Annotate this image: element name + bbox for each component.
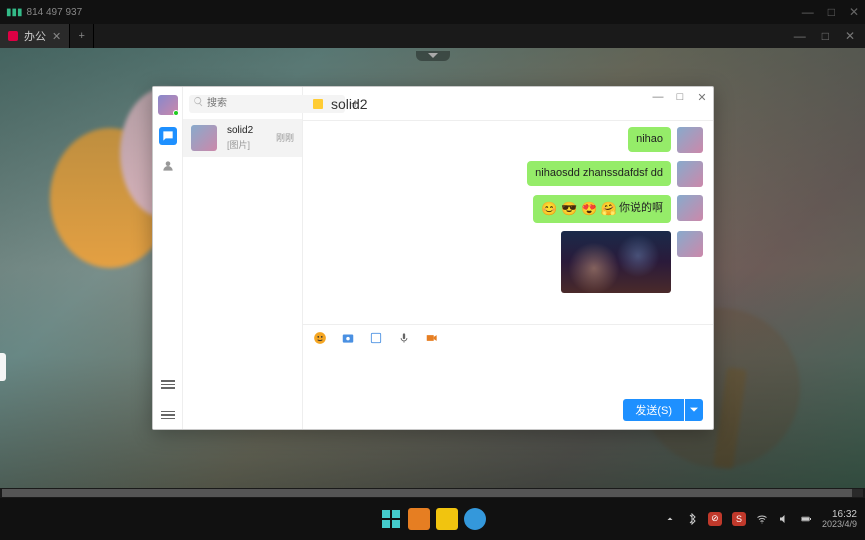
message-bubble: nihaosdd zhanssdafdsf dd bbox=[527, 161, 671, 186]
tab-favicon bbox=[8, 31, 18, 41]
search-icon bbox=[193, 96, 204, 107]
message-row: nihaosdd zhanssdafdsf dd bbox=[313, 161, 703, 187]
message-avatar bbox=[677, 195, 703, 221]
desktop-wallpaper: + solid2 [图片] 刚刚 solid2 — □ ✕ bbox=[0, 48, 865, 488]
app-maximize-icon[interactable]: □ bbox=[673, 91, 687, 104]
message-avatar bbox=[677, 231, 703, 257]
system-min-icon[interactable]: — bbox=[802, 5, 814, 19]
clock-time: 16:32 bbox=[822, 509, 857, 520]
horizontal-scrollbar[interactable] bbox=[0, 488, 865, 498]
folder-icon bbox=[313, 99, 323, 109]
user-avatar[interactable] bbox=[158, 95, 178, 115]
nav-chat-icon[interactable] bbox=[159, 127, 177, 145]
taskbar: ⊘ S 16:32 2023/4/9 bbox=[0, 498, 865, 540]
conversation-list: + solid2 [图片] 刚刚 bbox=[183, 87, 303, 429]
emoji-icon[interactable] bbox=[313, 331, 327, 345]
screenshot-icon[interactable] bbox=[341, 331, 355, 345]
tray-input-icon[interactable]: S bbox=[732, 512, 746, 526]
battery-icon[interactable] bbox=[800, 513, 812, 525]
nav-menu-icon[interactable] bbox=[161, 380, 175, 389]
message-input[interactable] bbox=[303, 351, 713, 399]
message-bubble: nihao bbox=[628, 127, 671, 152]
conversation-preview: [图片] bbox=[227, 138, 270, 151]
system-id-text: 814 497 937 bbox=[27, 7, 83, 18]
messenger-window: + solid2 [图片] 刚刚 solid2 — □ ✕ bbox=[152, 86, 714, 430]
tray-chevron-icon[interactable] bbox=[664, 513, 676, 525]
browser-tabstrip: 办公 ✕ + — □ ✕ bbox=[0, 24, 865, 48]
app-minimize-icon[interactable]: — bbox=[651, 91, 665, 104]
chat-header: solid2 — □ ✕ bbox=[303, 87, 713, 121]
wifi-icon[interactable] bbox=[756, 513, 768, 525]
app-close-icon[interactable]: ✕ bbox=[695, 91, 709, 104]
chat-panel: solid2 — □ ✕ nihao nihaosdd zhanssdafdsf… bbox=[303, 87, 713, 429]
send-button[interactable]: 发送(S) bbox=[623, 399, 684, 421]
message-text: 你说的啊 bbox=[619, 201, 663, 216]
new-tab-button[interactable]: + bbox=[70, 24, 94, 48]
message-list: nihao nihaosdd zhanssdafdsf dd 😊 😎 😍 🤗 你… bbox=[303, 121, 713, 324]
message-avatar bbox=[677, 127, 703, 153]
system-close-icon[interactable]: ✕ bbox=[849, 5, 859, 19]
message-avatar bbox=[677, 161, 703, 187]
tab-label: 办公 bbox=[24, 28, 46, 44]
nav-settings-icon[interactable] bbox=[161, 411, 175, 420]
conversation-item[interactable]: solid2 [图片] 刚刚 bbox=[183, 119, 302, 157]
message-row: nihao bbox=[313, 127, 703, 153]
system-max-icon[interactable]: □ bbox=[828, 5, 835, 19]
browser-maximize-icon[interactable]: □ bbox=[822, 29, 829, 43]
message-row: 😊 😎 😍 🤗 你说的啊 bbox=[313, 195, 703, 223]
message-image[interactable] bbox=[561, 231, 671, 293]
dropdown-handle[interactable] bbox=[416, 51, 450, 61]
taskbar-browser-icon[interactable] bbox=[464, 508, 486, 530]
message-row bbox=[313, 231, 703, 293]
edge-drawer-handle[interactable] bbox=[0, 353, 6, 381]
video-icon[interactable] bbox=[425, 331, 439, 345]
taskbar-app-icon[interactable] bbox=[408, 508, 430, 530]
voice-icon[interactable] bbox=[397, 331, 411, 345]
tab-close-icon[interactable]: ✕ bbox=[52, 30, 61, 43]
signal-icon: ▮▮▮ bbox=[6, 7, 23, 18]
browser-tab[interactable]: 办公 ✕ bbox=[0, 24, 70, 48]
nav-rail bbox=[153, 87, 183, 429]
chat-title: solid2 bbox=[331, 96, 368, 112]
volume-icon[interactable] bbox=[778, 513, 790, 525]
taskbar-center bbox=[380, 508, 486, 530]
bluetooth-icon[interactable] bbox=[686, 513, 698, 525]
conversation-name: solid2 bbox=[227, 125, 270, 136]
system-top-bar: ▮▮▮ 814 497 937 — □ ✕ bbox=[0, 0, 865, 24]
editor-toolbar bbox=[303, 325, 713, 351]
conversation-time: 刚刚 bbox=[276, 131, 294, 144]
conversation-avatar bbox=[191, 125, 217, 151]
system-tray: ⊘ S 16:32 2023/4/9 bbox=[664, 509, 857, 530]
browser-close-icon[interactable]: ✕ bbox=[845, 29, 855, 43]
clock-date: 2023/4/9 bbox=[822, 520, 857, 530]
emoji-sequence: 😊 😎 😍 🤗 bbox=[541, 200, 617, 218]
taskbar-explorer-icon[interactable] bbox=[436, 508, 458, 530]
start-button[interactable] bbox=[380, 508, 402, 530]
browser-minimize-icon[interactable]: — bbox=[794, 29, 806, 43]
send-dropdown-button[interactable] bbox=[685, 399, 703, 421]
message-editor: 发送(S) bbox=[303, 324, 713, 429]
nav-contacts-icon[interactable] bbox=[159, 157, 177, 175]
tray-badge-icon[interactable]: ⊘ bbox=[708, 512, 722, 526]
file-icon[interactable] bbox=[369, 331, 383, 345]
message-bubble: 😊 😎 😍 🤗 你说的啊 bbox=[533, 195, 671, 223]
taskbar-clock[interactable]: 16:32 2023/4/9 bbox=[822, 509, 857, 530]
